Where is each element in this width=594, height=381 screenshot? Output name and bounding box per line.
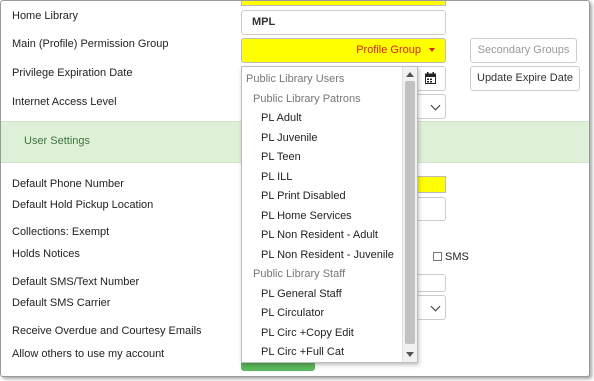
dropdown-option[interactable]: PL General Staff (261, 285, 342, 304)
dropdown-option[interactable]: PL Circulator (261, 304, 324, 323)
profile-group-select[interactable]: Profile Group (241, 38, 446, 63)
patron-edit-form: Home Library MPL Main (Profile) Permissi… (0, 0, 590, 377)
dropdown-option[interactable]: PL ILL (261, 168, 292, 187)
holds-notices-label: Holds Notices (12, 248, 80, 260)
profile-group-dropdown[interactable]: Public Library Users Public Library Patro… (241, 66, 418, 363)
chevron-down-icon (430, 301, 441, 312)
profile-group-label: Main (Profile) Permission Group (12, 38, 169, 50)
dropdown-option[interactable]: PL Home Services (261, 207, 352, 226)
secondary-groups-button[interactable]: Secondary Groups (470, 38, 577, 63)
dropdown-option[interactable]: PL Teen (261, 148, 301, 167)
privilege-expiration-label: Privilege Expiration Date (12, 67, 133, 79)
dropdown-option[interactable]: PL Print Disabled (261, 187, 346, 206)
dropdown-option[interactable]: PL Juvenile (261, 129, 317, 148)
allow-others-label: Allow others to use my account (12, 348, 165, 360)
collections-exempt-label: Collections: Exempt (12, 226, 110, 238)
dropdown-group-label: Public Library Staff (253, 268, 346, 280)
home-library-label: Home Library (12, 10, 79, 22)
default-sms-carrier-label: Default SMS Carrier (12, 297, 111, 309)
update-expire-date-button[interactable]: Update Expire Date (470, 66, 580, 91)
user-settings-title: User Settings (24, 135, 91, 147)
calendar-icon[interactable] (425, 72, 436, 84)
scroll-down-icon[interactable] (406, 352, 414, 357)
previous-field-edge (241, 1, 446, 6)
profile-group-value: Profile Group (356, 44, 421, 56)
chevron-down-icon (430, 100, 441, 111)
receive-overdue-label: Receive Overdue and Courtesy Emails (12, 325, 202, 337)
scroll-up-icon[interactable] (406, 72, 414, 77)
home-library-input[interactable]: MPL (241, 10, 446, 35)
dropdown-option[interactable]: PL Non Resident - Adult (261, 226, 378, 245)
sms-checkbox-label: SMS (445, 251, 469, 263)
dropdown-option[interactable]: PL Circ +Copy Edit (261, 324, 354, 343)
scrollbar-thumb[interactable] (405, 81, 415, 344)
default-phone-label: Default Phone Number (12, 178, 124, 190)
default-sms-number-label: Default SMS/Text Number (12, 276, 140, 288)
dropdown-scrollbar[interactable] (402, 67, 417, 362)
sms-checkbox[interactable] (433, 252, 442, 261)
caret-down-icon (429, 48, 435, 53)
dropdown-option[interactable]: PL Circ +Full Cat (261, 343, 344, 362)
default-hold-pickup-label: Default Hold Pickup Location (12, 199, 154, 211)
dropdown-option[interactable]: PL Adult (261, 109, 302, 128)
internet-access-label: Internet Access Level (12, 96, 117, 108)
dropdown-group-label: Public Library Users (246, 73, 345, 85)
dropdown-group-label: Public Library Patrons (253, 92, 361, 105)
dropdown-option[interactable]: PL Non Resident - Juvenile (261, 246, 394, 265)
